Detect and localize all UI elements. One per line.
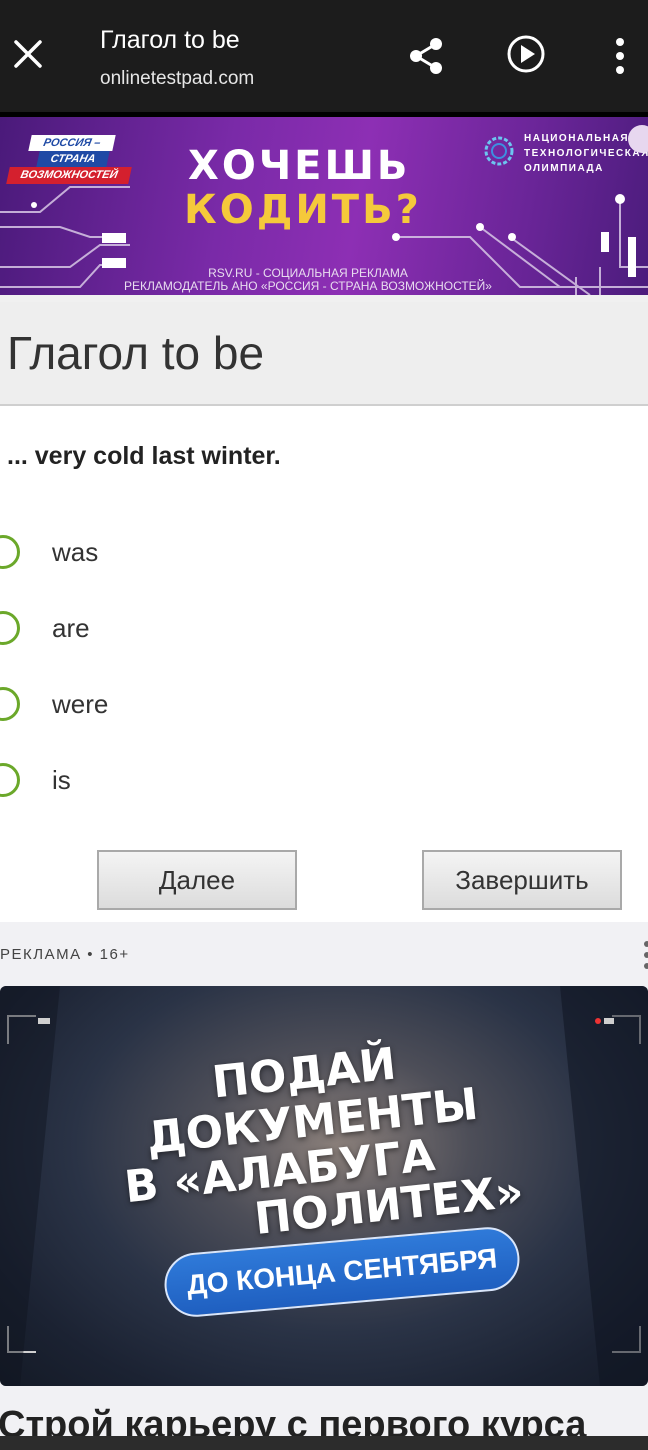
page-title: Глагол to be (100, 26, 240, 54)
option-label[interactable]: is (52, 765, 71, 796)
page-url: onlinetestpad.com (100, 68, 255, 89)
badge-line-3: ВОЗМОЖНОСТЕЙ (6, 167, 132, 184)
banner-headline-1: ХОЧЕШЬ (188, 143, 411, 189)
more-vert-icon[interactable] (606, 34, 634, 78)
question-text: ... very cold last winter. (7, 442, 281, 470)
radio-button[interactable] (0, 763, 20, 797)
badge-line-2: СТРАНА (36, 151, 110, 167)
banner-disclaimer-2: РЕКЛАМОДАТЕЛЬ АНО «РОССИЯ - СТРАНА ВОЗМО… (124, 279, 492, 293)
option-label[interactable]: were (52, 689, 108, 720)
play-icon[interactable] (504, 32, 548, 76)
banner-ad[interactable]: РОССИЯ – СТРАНА ВОЗМОЖНОСТЕЙ ХОЧЕШЬ КОДИ… (0, 117, 648, 295)
test-title: Глагол to be (7, 327, 265, 379)
next-button[interactable]: Далее (97, 850, 297, 910)
answer-option-is[interactable]: is (0, 755, 400, 805)
radio-button[interactable] (0, 535, 20, 569)
answer-option-were[interactable]: were (0, 679, 400, 729)
olympiad-line-2: ТЕХНОЛОГИЧЕСКАЯ (524, 148, 648, 159)
ad-info-dot-icon[interactable] (628, 125, 648, 153)
system-nav-bar (0, 1436, 648, 1450)
banner-divider (0, 295, 648, 302)
answer-option-was[interactable]: was (0, 527, 400, 577)
share-icon[interactable] (404, 34, 448, 78)
answer-option-are[interactable]: are (0, 603, 400, 653)
banner-headline-2: КОДИТЬ? (184, 187, 422, 233)
ad-label: РЕКЛАМА • 16+ (0, 946, 130, 963)
olympiad-name: НАЦИОНАЛЬНАЯ ТЕХНОЛОГИЧЕСКАЯ ОЛИМПИАДА (524, 131, 648, 176)
test-header: Глагол to be (0, 302, 648, 406)
olympiad-line-1: НАЦИОНАЛЬНАЯ (524, 133, 630, 144)
ad-more-icon[interactable] (640, 940, 648, 970)
radio-button[interactable] (0, 611, 20, 645)
badge-line-1: РОССИЯ – (28, 135, 116, 151)
browser-top-bar: Глагол to be onlinetestpad.com (0, 0, 648, 112)
close-icon[interactable] (8, 34, 48, 74)
banner-disclaimer-1: RSV.RU - СОЦИАЛЬНАЯ РЕКЛАМА (208, 266, 408, 280)
radio-button[interactable] (0, 687, 20, 721)
olympiad-logo-icon (484, 136, 514, 166)
russia-badge-logo: РОССИЯ – СТРАНА ВОЗМОЖНОСТЕЙ (6, 135, 132, 185)
option-label[interactable]: was (52, 537, 98, 568)
olympiad-line-3: ОЛИМПИАДА (524, 163, 604, 174)
finish-button[interactable]: Завершить (422, 850, 622, 910)
option-label[interactable]: are (52, 613, 90, 644)
